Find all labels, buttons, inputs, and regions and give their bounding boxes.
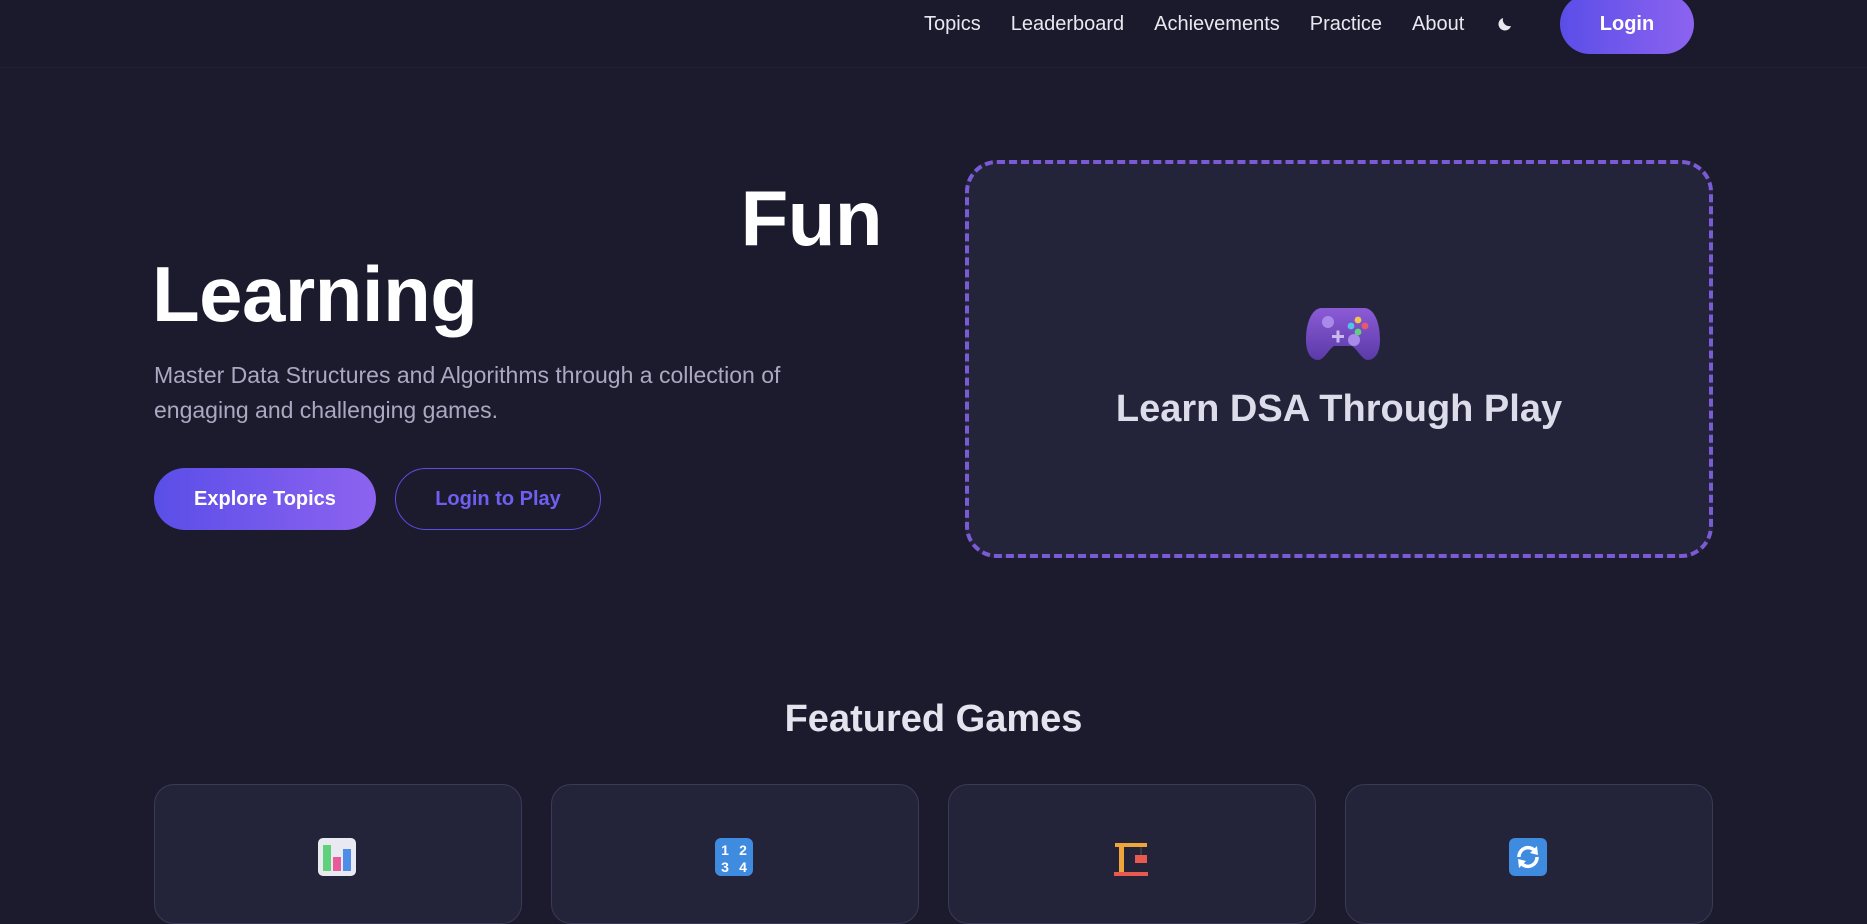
login-button[interactable]: Login — [1560, 0, 1694, 54]
hero-title: Fun Learning — [152, 174, 883, 338]
game-card[interactable] — [1345, 784, 1713, 924]
gamepad-icon — [1304, 300, 1382, 367]
explore-topics-button[interactable]: Explore Topics — [154, 468, 376, 530]
login-to-play-button[interactable]: Login to Play — [395, 468, 601, 530]
hero-description: Master Data Structures and Algorithms th… — [154, 362, 781, 423]
game-card[interactable]: 1 2 3 4 — [551, 784, 919, 924]
featured-games-title: Featured Games — [784, 698, 1083, 740]
svg-text:2: 2 — [739, 842, 747, 858]
game-card[interactable] — [154, 784, 522, 924]
game-card[interactable] — [948, 784, 1316, 924]
nav-leaderboard[interactable]: Leaderboard — [1011, 13, 1124, 36]
nav-menu: Topics Leaderboard Achievements Practice… — [924, 0, 1530, 48]
nav-topics[interactable]: Topics — [924, 13, 981, 36]
hero-illustration-box: Learn DSA Through Play — [965, 160, 1713, 558]
bar-chart-icon — [317, 837, 357, 877]
hero-title-line2: Learning — [152, 250, 478, 338]
hero-box-title: Learn DSA Through Play — [1115, 388, 1563, 430]
top-navbar: Topics Leaderboard Achievements Practice… — [0, 0, 1867, 68]
nav-practice[interactable]: Practice — [1310, 13, 1382, 36]
nav-achievements[interactable]: Achievements — [1154, 13, 1280, 36]
moon-icon[interactable] — [1494, 13, 1516, 35]
numbers-icon: 1 2 3 4 — [714, 837, 754, 877]
svg-text:4: 4 — [739, 859, 747, 875]
refresh-icon — [1508, 837, 1548, 877]
nav-about[interactable]: About — [1412, 13, 1464, 36]
hero-title-line1: Fun — [740, 174, 883, 262]
svg-text:3: 3 — [721, 859, 729, 875]
svg-text:1: 1 — [721, 842, 729, 858]
crane-icon — [1111, 837, 1151, 877]
